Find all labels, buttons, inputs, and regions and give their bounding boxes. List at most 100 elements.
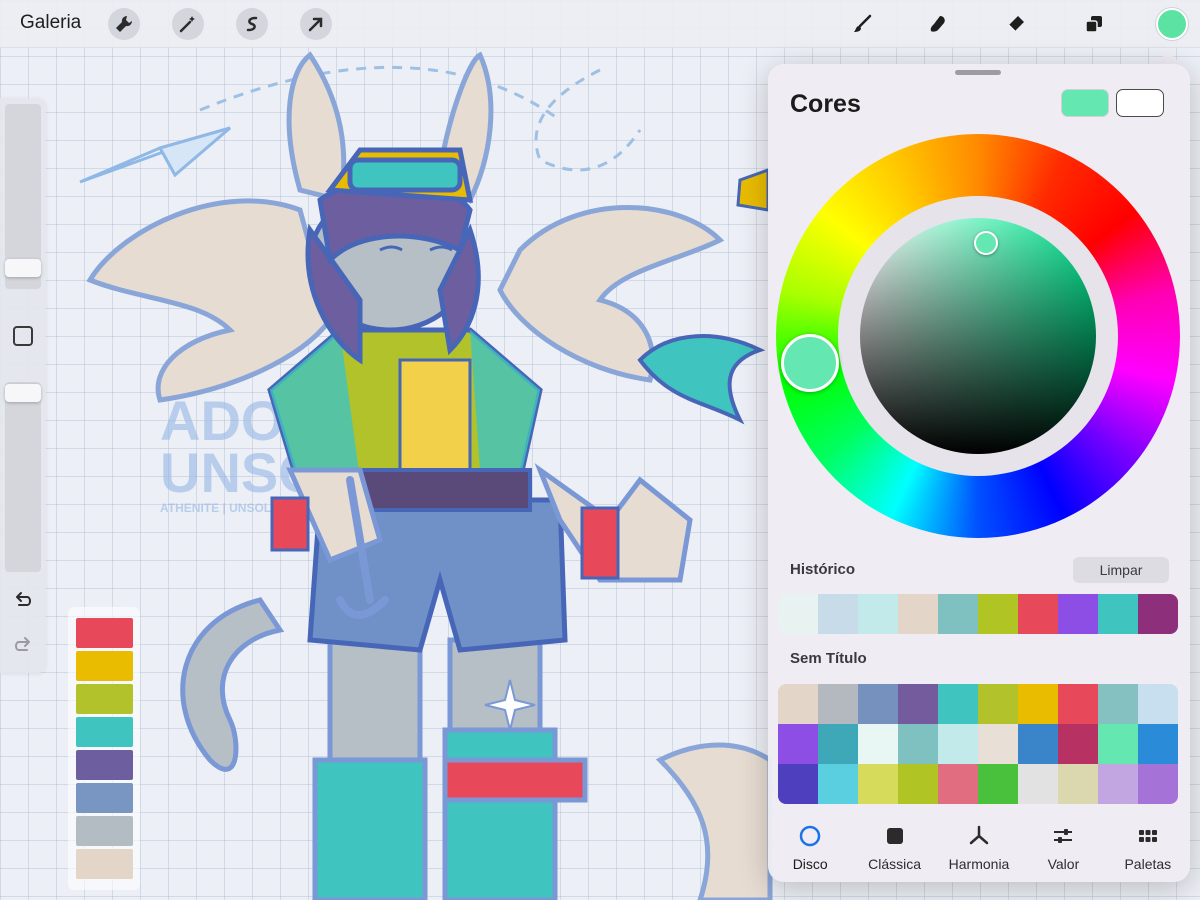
palette-swatch[interactable] <box>898 764 938 804</box>
panel-title: Cores <box>790 90 861 118</box>
tab-classica[interactable]: Clássica <box>852 814 936 882</box>
palette-swatch[interactable] <box>1098 684 1138 724</box>
eraser-icon <box>1008 16 1024 32</box>
history-swatch[interactable] <box>818 594 858 634</box>
selection-icon <box>246 16 258 32</box>
history-swatch[interactable] <box>1018 594 1058 634</box>
palette-swatch[interactable] <box>818 764 858 804</box>
tab-paletas[interactable]: Paletas <box>1106 814 1190 882</box>
selection-button[interactable] <box>236 8 268 40</box>
gallery-button[interactable]: Galeria <box>20 12 81 34</box>
modify-button[interactable] <box>13 326 33 346</box>
tab-label: Valor <box>1047 856 1080 872</box>
panel-grabber[interactable] <box>955 70 1001 75</box>
tab-label: Disco <box>792 856 828 872</box>
palette-swatch[interactable] <box>978 764 1018 804</box>
history-label: Histórico <box>790 561 856 578</box>
palette-swatch[interactable] <box>778 724 818 764</box>
actions-button[interactable] <box>108 8 140 40</box>
palette-swatch[interactable] <box>1058 764 1098 804</box>
color-button[interactable] <box>1156 8 1188 40</box>
palette-swatch[interactable] <box>1058 684 1098 724</box>
history-swatch[interactable] <box>1138 594 1178 634</box>
redo-button[interactable] <box>11 633 35 657</box>
palette-swatch[interactable] <box>938 684 978 724</box>
smudge-tool-button[interactable] <box>922 8 954 40</box>
saturation-knob[interactable] <box>974 231 998 255</box>
palette-swatch[interactable] <box>978 724 1018 764</box>
canvas-palette-swatch <box>76 783 133 813</box>
history-swatch[interactable] <box>1058 594 1098 634</box>
tab-valor[interactable]: Valor <box>1021 814 1105 882</box>
classic-square-icon <box>886 828 903 844</box>
palette-swatch[interactable] <box>778 764 818 804</box>
palette-swatch[interactable] <box>898 724 938 764</box>
history-swatch[interactable] <box>898 594 938 634</box>
palette-name: Sem Título <box>790 650 867 667</box>
tab-harmonia[interactable]: Harmonia <box>937 814 1021 882</box>
brush-icon <box>854 14 872 32</box>
canvas-palette-swatch <box>76 651 133 681</box>
brush-size-handle[interactable] <box>5 259 41 277</box>
layers-button[interactable] <box>1078 8 1110 40</box>
palette-swatch[interactable] <box>978 684 1018 724</box>
tab-disco[interactable]: Disco <box>768 814 852 882</box>
secondary-color-swatch[interactable] <box>1116 89 1164 117</box>
history-swatch[interactable] <box>858 594 898 634</box>
history-swatch[interactable] <box>778 594 818 634</box>
palette-swatch[interactable] <box>858 764 898 804</box>
top-toolbar: Galeria <box>0 0 1200 48</box>
history-swatch[interactable] <box>978 594 1018 634</box>
palette-swatch[interactable] <box>1098 764 1138 804</box>
palette-swatch[interactable] <box>898 684 938 724</box>
brush-tool-button[interactable] <box>846 8 878 40</box>
paper-plane-doodle <box>79 126 231 184</box>
palette-swatch[interactable] <box>1098 724 1138 764</box>
brush-size-slider[interactable] <box>5 104 41 289</box>
palette-swatch[interactable] <box>858 724 898 764</box>
palette-swatch[interactable] <box>1138 764 1178 804</box>
magic-wand-icon <box>179 16 195 33</box>
tab-label: Clássica <box>868 856 922 872</box>
undo-button[interactable] <box>11 588 35 612</box>
history-swatch[interactable] <box>938 594 978 634</box>
palette-grid <box>778 684 1178 804</box>
clear-history-button[interactable]: Limpar <box>1073 557 1169 583</box>
harmony-icon <box>969 825 989 845</box>
palette-swatch[interactable] <box>818 684 858 724</box>
palette-swatch[interactable] <box>818 724 858 764</box>
color-mode-tabs: Disco Clássica Harmonia Valor Paletas <box>768 814 1190 882</box>
left-sidebar <box>0 98 46 673</box>
history-swatches <box>778 594 1178 634</box>
palette-swatch[interactable] <box>1138 684 1178 724</box>
palette-swatch[interactable] <box>938 724 978 764</box>
palette-swatch[interactable] <box>858 684 898 724</box>
tab-label: Harmonia <box>948 856 1010 872</box>
layers-icon <box>1085 16 1102 33</box>
eraser-tool-button[interactable] <box>1000 8 1032 40</box>
saturation-brightness-disc[interactable] <box>860 218 1096 454</box>
tab-label: Paletas <box>1124 856 1172 872</box>
palette-swatch[interactable] <box>1058 724 1098 764</box>
adjustments-button[interactable] <box>172 8 204 40</box>
palette-swatch[interactable] <box>1138 724 1178 764</box>
palette-swatch[interactable] <box>938 764 978 804</box>
canvas-palette-swatch <box>76 849 133 879</box>
canvas-palette-swatch <box>76 618 133 648</box>
palette-swatch[interactable] <box>778 684 818 724</box>
undo-icon <box>16 592 31 606</box>
primary-color-swatch[interactable] <box>1061 89 1109 117</box>
hue-knob[interactable] <box>781 334 839 392</box>
palette-swatch[interactable] <box>1018 764 1058 804</box>
history-swatch[interactable] <box>1098 594 1138 634</box>
smudge-icon <box>930 16 945 32</box>
transform-button[interactable] <box>300 8 332 40</box>
transform-arrow-icon <box>308 17 323 32</box>
opacity-handle[interactable] <box>5 384 41 402</box>
palette-swatch[interactable] <box>1018 684 1058 724</box>
palettes-grid-icon <box>1138 830 1157 842</box>
opacity-slider[interactable] <box>5 382 41 572</box>
wrench-icon <box>116 15 133 32</box>
canvas-palette-swatch <box>76 717 133 747</box>
palette-swatch[interactable] <box>1018 724 1058 764</box>
